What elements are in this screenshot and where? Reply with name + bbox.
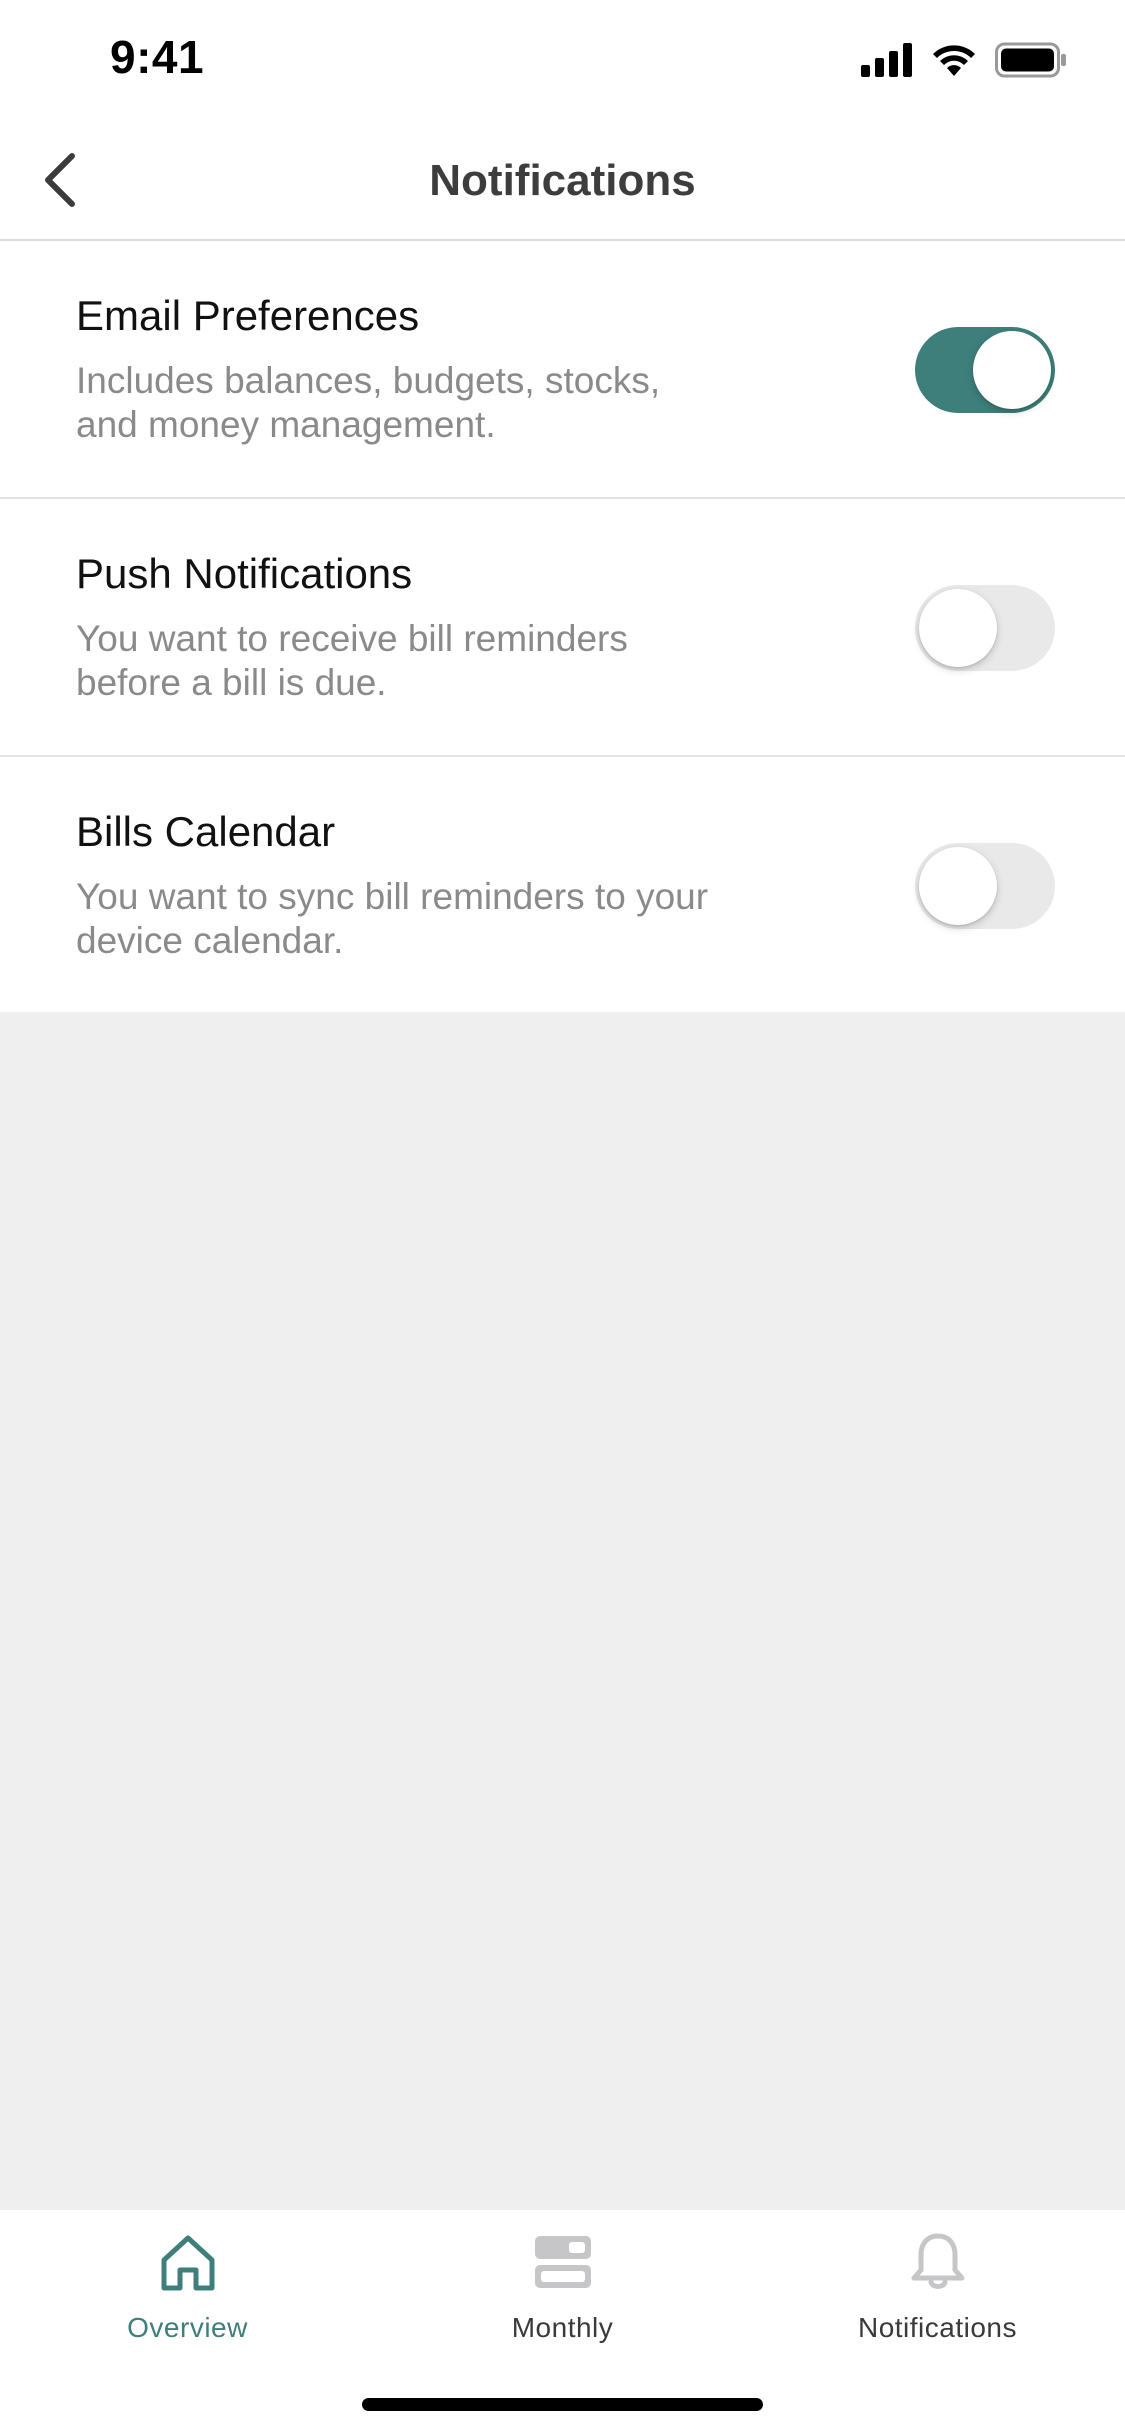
page-title: Notifications [429,156,696,205]
setting-title: Email Preferences [76,292,420,339]
nav-bar: Notifications [0,120,1125,241]
toggle-knob [919,589,997,667]
settings-list: Email Preferences Includes balances, bud… [0,241,1125,1012]
wifi-icon [933,45,975,76]
bell-icon [911,2233,964,2289]
setting-email-preferences: Email Preferences Includes balances, bud… [0,241,1125,499]
battery-icon [995,42,1066,78]
tab-bar: Overview Monthly Notifications [0,2210,1125,2435]
status-icons [861,40,1067,80]
setting-description: You want to sync bill reminders to your … [76,876,709,961]
setting-bills-calendar: Bills Calendar You want to sync bill rem… [0,757,1125,1012]
setting-title: Push Notifications [76,550,413,597]
tab-overview[interactable]: Overview [0,2210,375,2360]
setting-description: Includes balances, budgets, stocks, and … [76,360,661,445]
tab-notifications[interactable]: Notifications [750,2210,1125,2360]
status-bar: 9:41 [0,0,1125,120]
monthly-icon [534,2236,591,2288]
bills-calendar-toggle[interactable] [915,843,1055,929]
setting-title: Bills Calendar [76,808,336,855]
setting-push-notifications: Push Notifications You want to receive b… [0,499,1125,757]
status-time: 9:41 [110,31,205,83]
cellular-signal-icon [861,43,912,77]
tab-monthly[interactable]: Monthly [375,2210,750,2360]
push-notifications-toggle[interactable] [915,585,1055,671]
setting-description: You want to receive bill reminders befor… [76,618,628,703]
email-preferences-toggle[interactable] [915,327,1055,413]
tab-label: Notifications [857,2312,1017,2343]
notifications-screen: 9:41 Notifications Email Preferences Inc… [0,0,1125,2435]
toggle-knob [919,847,997,925]
home-icon [161,2235,214,2291]
home-indicator [362,2398,763,2411]
tab-label: Monthly [511,2312,614,2343]
toggle-knob [973,331,1051,409]
tab-label: Overview [127,2312,248,2343]
